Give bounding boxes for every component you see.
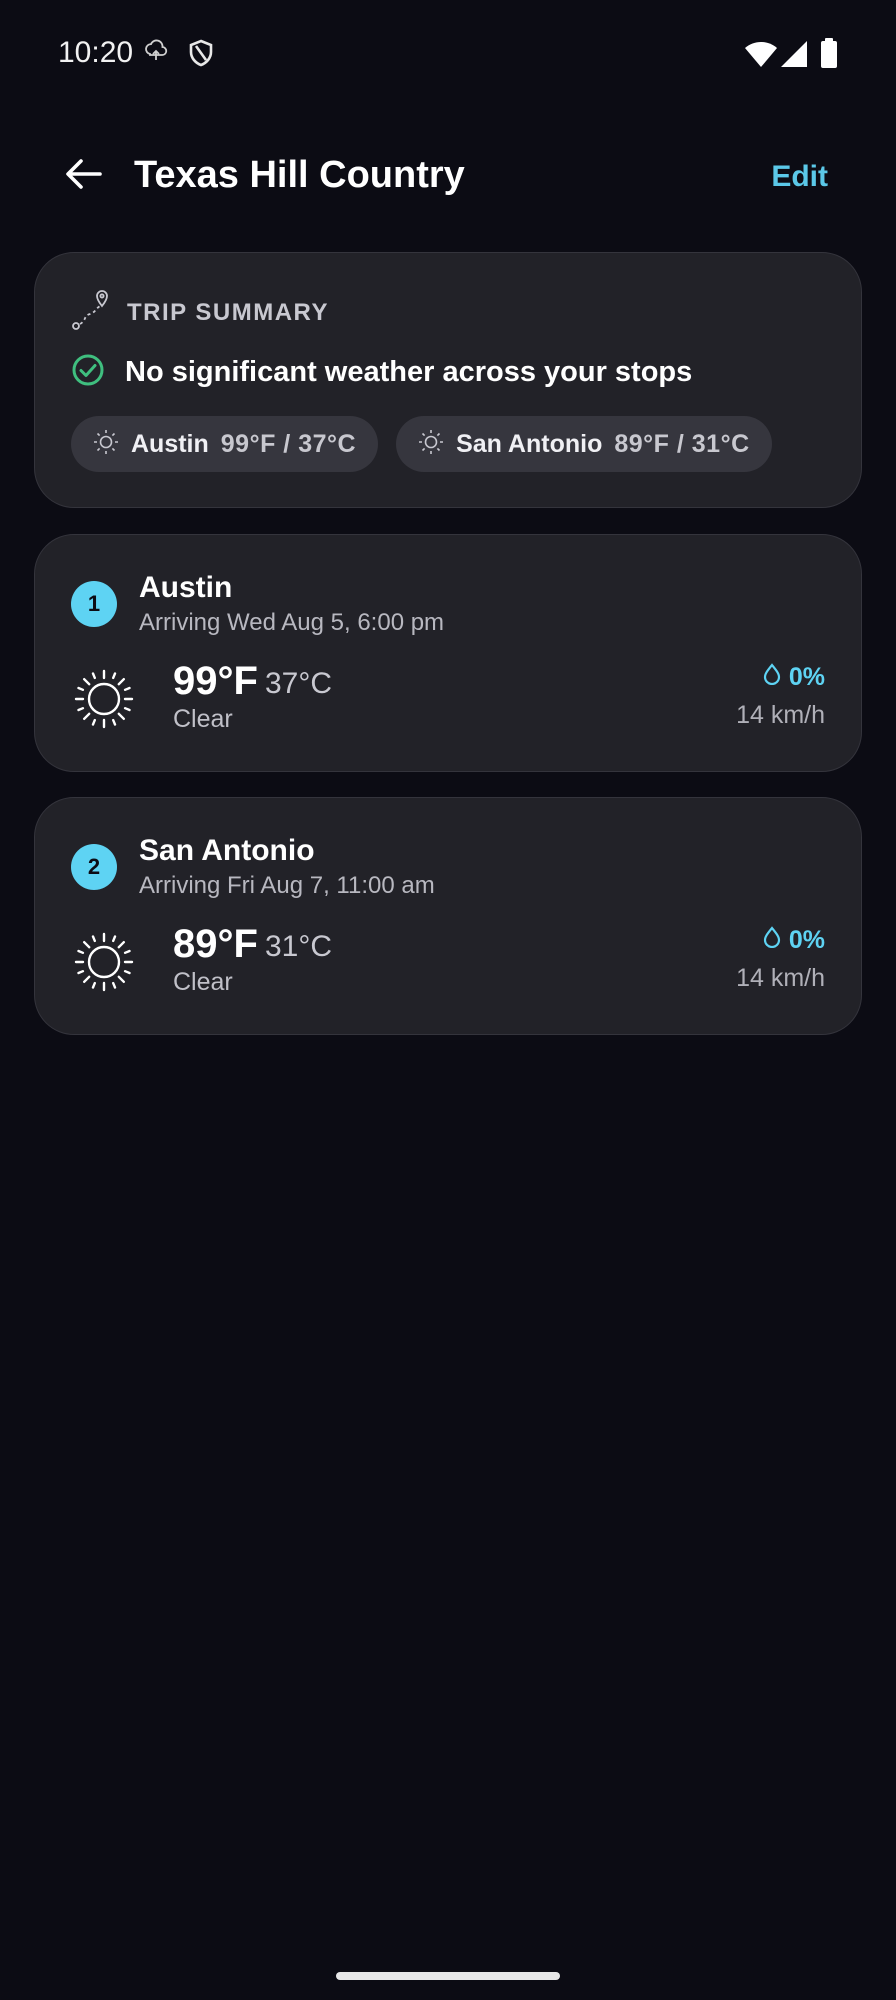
trip-summary-text: No significant weather across your stops: [125, 356, 693, 388]
stop-name: San Antonio: [139, 834, 315, 867]
sun-icon: [418, 429, 444, 460]
stop-name: Austin: [139, 571, 233, 604]
weather-condition: Clear: [173, 968, 233, 996]
sun-icon: [73, 668, 135, 735]
trip-summary-header: TRIP SUMMARY: [71, 289, 329, 336]
water-drop-icon: [763, 926, 781, 955]
temperature-fahrenheit: 89°F: [173, 922, 258, 966]
chip-city: San Antonio: [456, 429, 603, 458]
temperature-celsius: 37°C: [265, 667, 333, 700]
water-drop-icon: [763, 663, 781, 692]
page-title: Texas Hill Country: [134, 154, 465, 196]
precipitation: 0%: [763, 926, 825, 955]
cellular-signal-icon: [780, 40, 808, 73]
stop-card-austin[interactable]: 1 Austin Arriving Wed Aug 5, 6:00 pm 99°…: [34, 534, 862, 772]
trip-summary-card: TRIP SUMMARY No significant weather acro…: [34, 252, 862, 508]
back-button[interactable]: [58, 150, 110, 202]
stop-number-badge: 2: [71, 844, 117, 890]
status-time: 10:20: [58, 36, 134, 69]
status-bar: 10:20: [0, 0, 896, 108]
check-circle-icon: [71, 353, 105, 392]
edit-button[interactable]: Edit: [771, 160, 828, 194]
chip-temp: 99°F / 37°C: [220, 429, 357, 458]
stop-card-san-antonio[interactable]: 2 San Antonio Arriving Fri Aug 7, 11:00 …: [34, 797, 862, 1035]
temperature-celsius: 31°C: [265, 930, 333, 963]
chip-city: Austin: [131, 429, 209, 458]
stop-chip-san-antonio[interactable]: San Antonio 89°F / 31°C: [396, 416, 772, 472]
home-indicator[interactable]: [336, 1972, 560, 1980]
cloud-upload-icon: [144, 38, 168, 71]
sun-icon: [93, 429, 119, 460]
weather-condition: Clear: [173, 705, 233, 733]
stop-chip-austin[interactable]: Austin 99°F / 37°C: [71, 416, 379, 472]
precipitation-value: 0%: [788, 926, 825, 954]
trip-summary-status: No significant weather across your stops: [71, 353, 692, 392]
battery-icon: [820, 38, 838, 73]
wifi-icon: [744, 40, 778, 73]
arrow-left-icon: [66, 158, 102, 195]
trip-summary-label: TRIP SUMMARY: [127, 298, 330, 326]
wind-speed: 14 km/h: [736, 701, 825, 729]
route-icon: [71, 289, 113, 336]
temperature-fahrenheit: 99°F: [173, 659, 258, 703]
stop-arrival: Arriving Fri Aug 7, 11:00 am: [139, 872, 435, 899]
stop-arrival: Arriving Wed Aug 5, 6:00 pm: [139, 609, 445, 636]
shield-icon: [188, 38, 214, 73]
wind-speed: 14 km/h: [736, 964, 825, 992]
sun-icon: [73, 931, 135, 998]
precipitation: 0%: [763, 663, 825, 692]
stop-chips: Austin 99°F / 37°C San Antonio 89°F / 31…: [71, 416, 772, 472]
precipitation-value: 0%: [788, 663, 825, 691]
stop-number-badge: 1: [71, 581, 117, 627]
chip-temp: 89°F / 31°C: [614, 429, 750, 458]
